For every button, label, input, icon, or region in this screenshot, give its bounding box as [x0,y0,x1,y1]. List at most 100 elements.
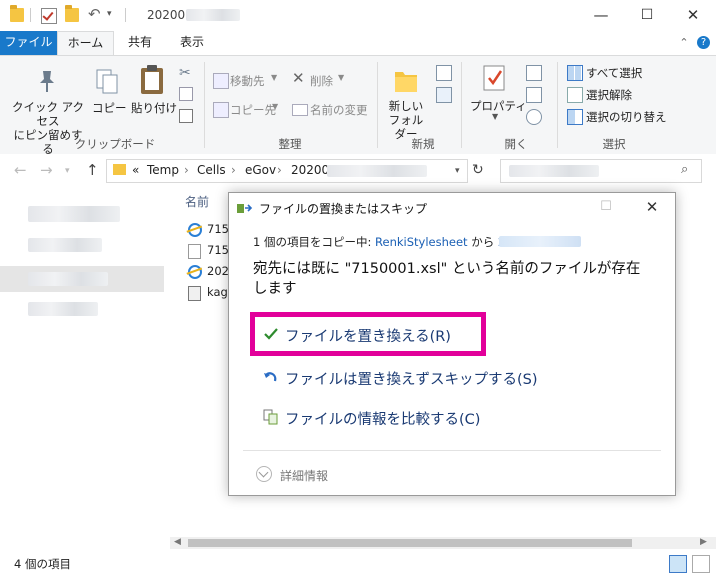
back-icon[interactable]: ← [14,161,27,179]
breadcrumb-separator[interactable]: › [184,163,189,177]
tab-file[interactable]: ファイル [0,31,57,55]
forward-icon[interactable]: → [40,161,53,179]
dialog-maximize-button[interactable]: ☐ [583,193,629,223]
copy-to-button[interactable]: コピー先 [230,102,276,118]
customize-qa-icon[interactable]: ▾ [107,9,121,23]
chevron-down-icon: ▼ [492,112,499,121]
select-none-button[interactable]: 選択解除 [586,87,632,103]
list-item[interactable]: 7150 [182,242,236,260]
dialog-close-button[interactable]: ✕ [629,193,675,223]
navigation-bar: ← → ▾ ↑ « Temp › Cells › eGov › 20200 ▾ … [0,154,716,187]
easy-access-icon[interactable] [436,87,452,103]
paste-icon [141,65,163,94]
edit-icon[interactable] [526,87,542,103]
collapse-ribbon-icon[interactable]: ⌃ [677,36,691,50]
new-folder-icon[interactable] [65,5,79,22]
undo-icon[interactable]: ↶ [88,5,102,23]
new-item-icon[interactable] [436,65,452,81]
breadcrumb-egov[interactable]: eGov [245,163,276,177]
new-group-label: 新規 [411,137,435,151]
paste-shortcut-icon[interactable] [179,109,193,123]
recent-locations-icon[interactable]: ▾ [65,166,70,176]
copy-icon [96,69,118,94]
copy-progress-text: 1 個の項目をコピー中: RenkiStylesheet から 2020 [253,234,527,250]
source-folder-link[interactable]: RenkiStylesheet [375,235,468,249]
nav-item-selected[interactable] [0,266,164,292]
tab-home[interactable]: ホーム [57,31,114,56]
nav-item-label [28,272,108,286]
conflict-message: 宛先には既に "7150001.xsl" という名前のファイルが存在します [253,261,641,297]
up-icon[interactable]: ↑ [86,161,99,179]
properties-icon[interactable] [41,8,57,24]
redacted-search-placeholder [509,165,599,177]
chevron-down-icon[interactable] [256,466,272,482]
cut-icon[interactable]: ✂ [179,65,193,81]
chevron-down-icon: ▼ [271,73,278,82]
organize-group-label: 整理 [278,137,302,151]
divider [377,62,378,148]
breadcrumb-current[interactable]: 20200 [291,163,329,177]
refresh-icon[interactable]: ↻ [472,162,484,178]
move-to-button[interactable]: 移動先 [230,73,265,89]
list-item[interactable]: kag [182,284,228,302]
copy-prefix: 1 個の項目をコピー中: [253,235,376,249]
help-icon[interactable]: ? [697,36,710,49]
skip-arrow-icon [264,372,277,382]
invert-selection-icon [567,109,583,125]
tab-share[interactable]: 共有 [117,31,163,55]
properties-icon [483,65,505,91]
new-folder-button[interactable]: 新しい フォルダー [384,99,428,141]
compare-files-icon [263,409,278,425]
dialog-title: ファイルの置換またはスキップ [259,202,428,216]
list-item[interactable]: 7150 [182,221,236,239]
title-bar: ↶ ▾ 20200 — ☐ ✕ [0,0,716,31]
select-none-icon [567,87,583,103]
address-bar[interactable]: « Temp › Cells › eGov › 20200 ▾ [106,159,468,183]
ie-file-icon [188,265,202,279]
invert-selection-button[interactable]: 選択の切り替え [586,109,667,125]
horizontal-scrollbar[interactable]: ◀ ▶ [170,537,716,549]
select-group-label: 選択 [602,137,626,151]
more-details-button[interactable]: 詳細情報 [280,467,328,484]
divider [204,62,205,148]
copy-path-icon[interactable] [179,87,193,101]
nav-item[interactable] [28,238,102,252]
nav-item[interactable] [28,206,120,222]
list-item[interactable]: 2020 [182,263,236,281]
open-icon[interactable] [526,65,542,81]
rename-button[interactable]: 名前の変更 [310,102,368,118]
paste-button[interactable]: 貼り付け [131,100,177,116]
delete-button[interactable]: 削除 [310,73,333,89]
maximize-button[interactable]: ☐ [624,0,670,31]
properties-button[interactable]: プロパティ [470,98,527,114]
chevron-down-icon: ▼ [272,102,279,111]
redacted-destination [499,236,581,247]
select-all-button[interactable]: すべて選択 [586,65,642,81]
history-icon[interactable] [526,109,542,125]
item-count: 4 個の項目 [14,557,71,571]
compare-info-button[interactable]: ファイルの情報を比較する(C) [285,408,480,429]
details-view-icon[interactable] [669,555,687,573]
new-folder-icon [395,72,417,92]
copy-button[interactable]: コピー [92,100,127,116]
replace-file-button[interactable]: ファイルを置き換える(R) [285,325,451,346]
breadcrumb-overflow[interactable]: « [132,163,139,177]
ribbon: クイック アクセス にピン留めする コピー 貼り付け ✂ クリップボード 移動先… [0,55,716,156]
breadcrumb-temp[interactable]: Temp [147,163,179,177]
breadcrumb-cells[interactable]: Cells [197,163,226,177]
breadcrumb-separator[interactable]: › [231,163,236,177]
scroll-left-icon[interactable]: ◀ [174,537,181,547]
breadcrumb-separator[interactable]: › [277,163,282,177]
nav-item[interactable] [28,302,98,316]
close-button[interactable]: ✕ [670,0,716,31]
column-header-name[interactable]: 名前 [185,193,209,210]
skip-file-button[interactable]: ファイルは置き換えずスキップする(S) [285,368,538,389]
large-icons-view-icon[interactable] [692,555,710,573]
minimize-button[interactable]: — [578,0,624,31]
scroll-thumb[interactable] [188,539,632,547]
search-input[interactable]: ⌕ [500,159,702,183]
address-dropdown-icon[interactable]: ▾ [455,166,460,176]
scroll-right-icon[interactable]: ▶ [700,537,707,547]
folder-icon [113,164,126,175]
tab-view[interactable]: 表示 [167,31,217,55]
